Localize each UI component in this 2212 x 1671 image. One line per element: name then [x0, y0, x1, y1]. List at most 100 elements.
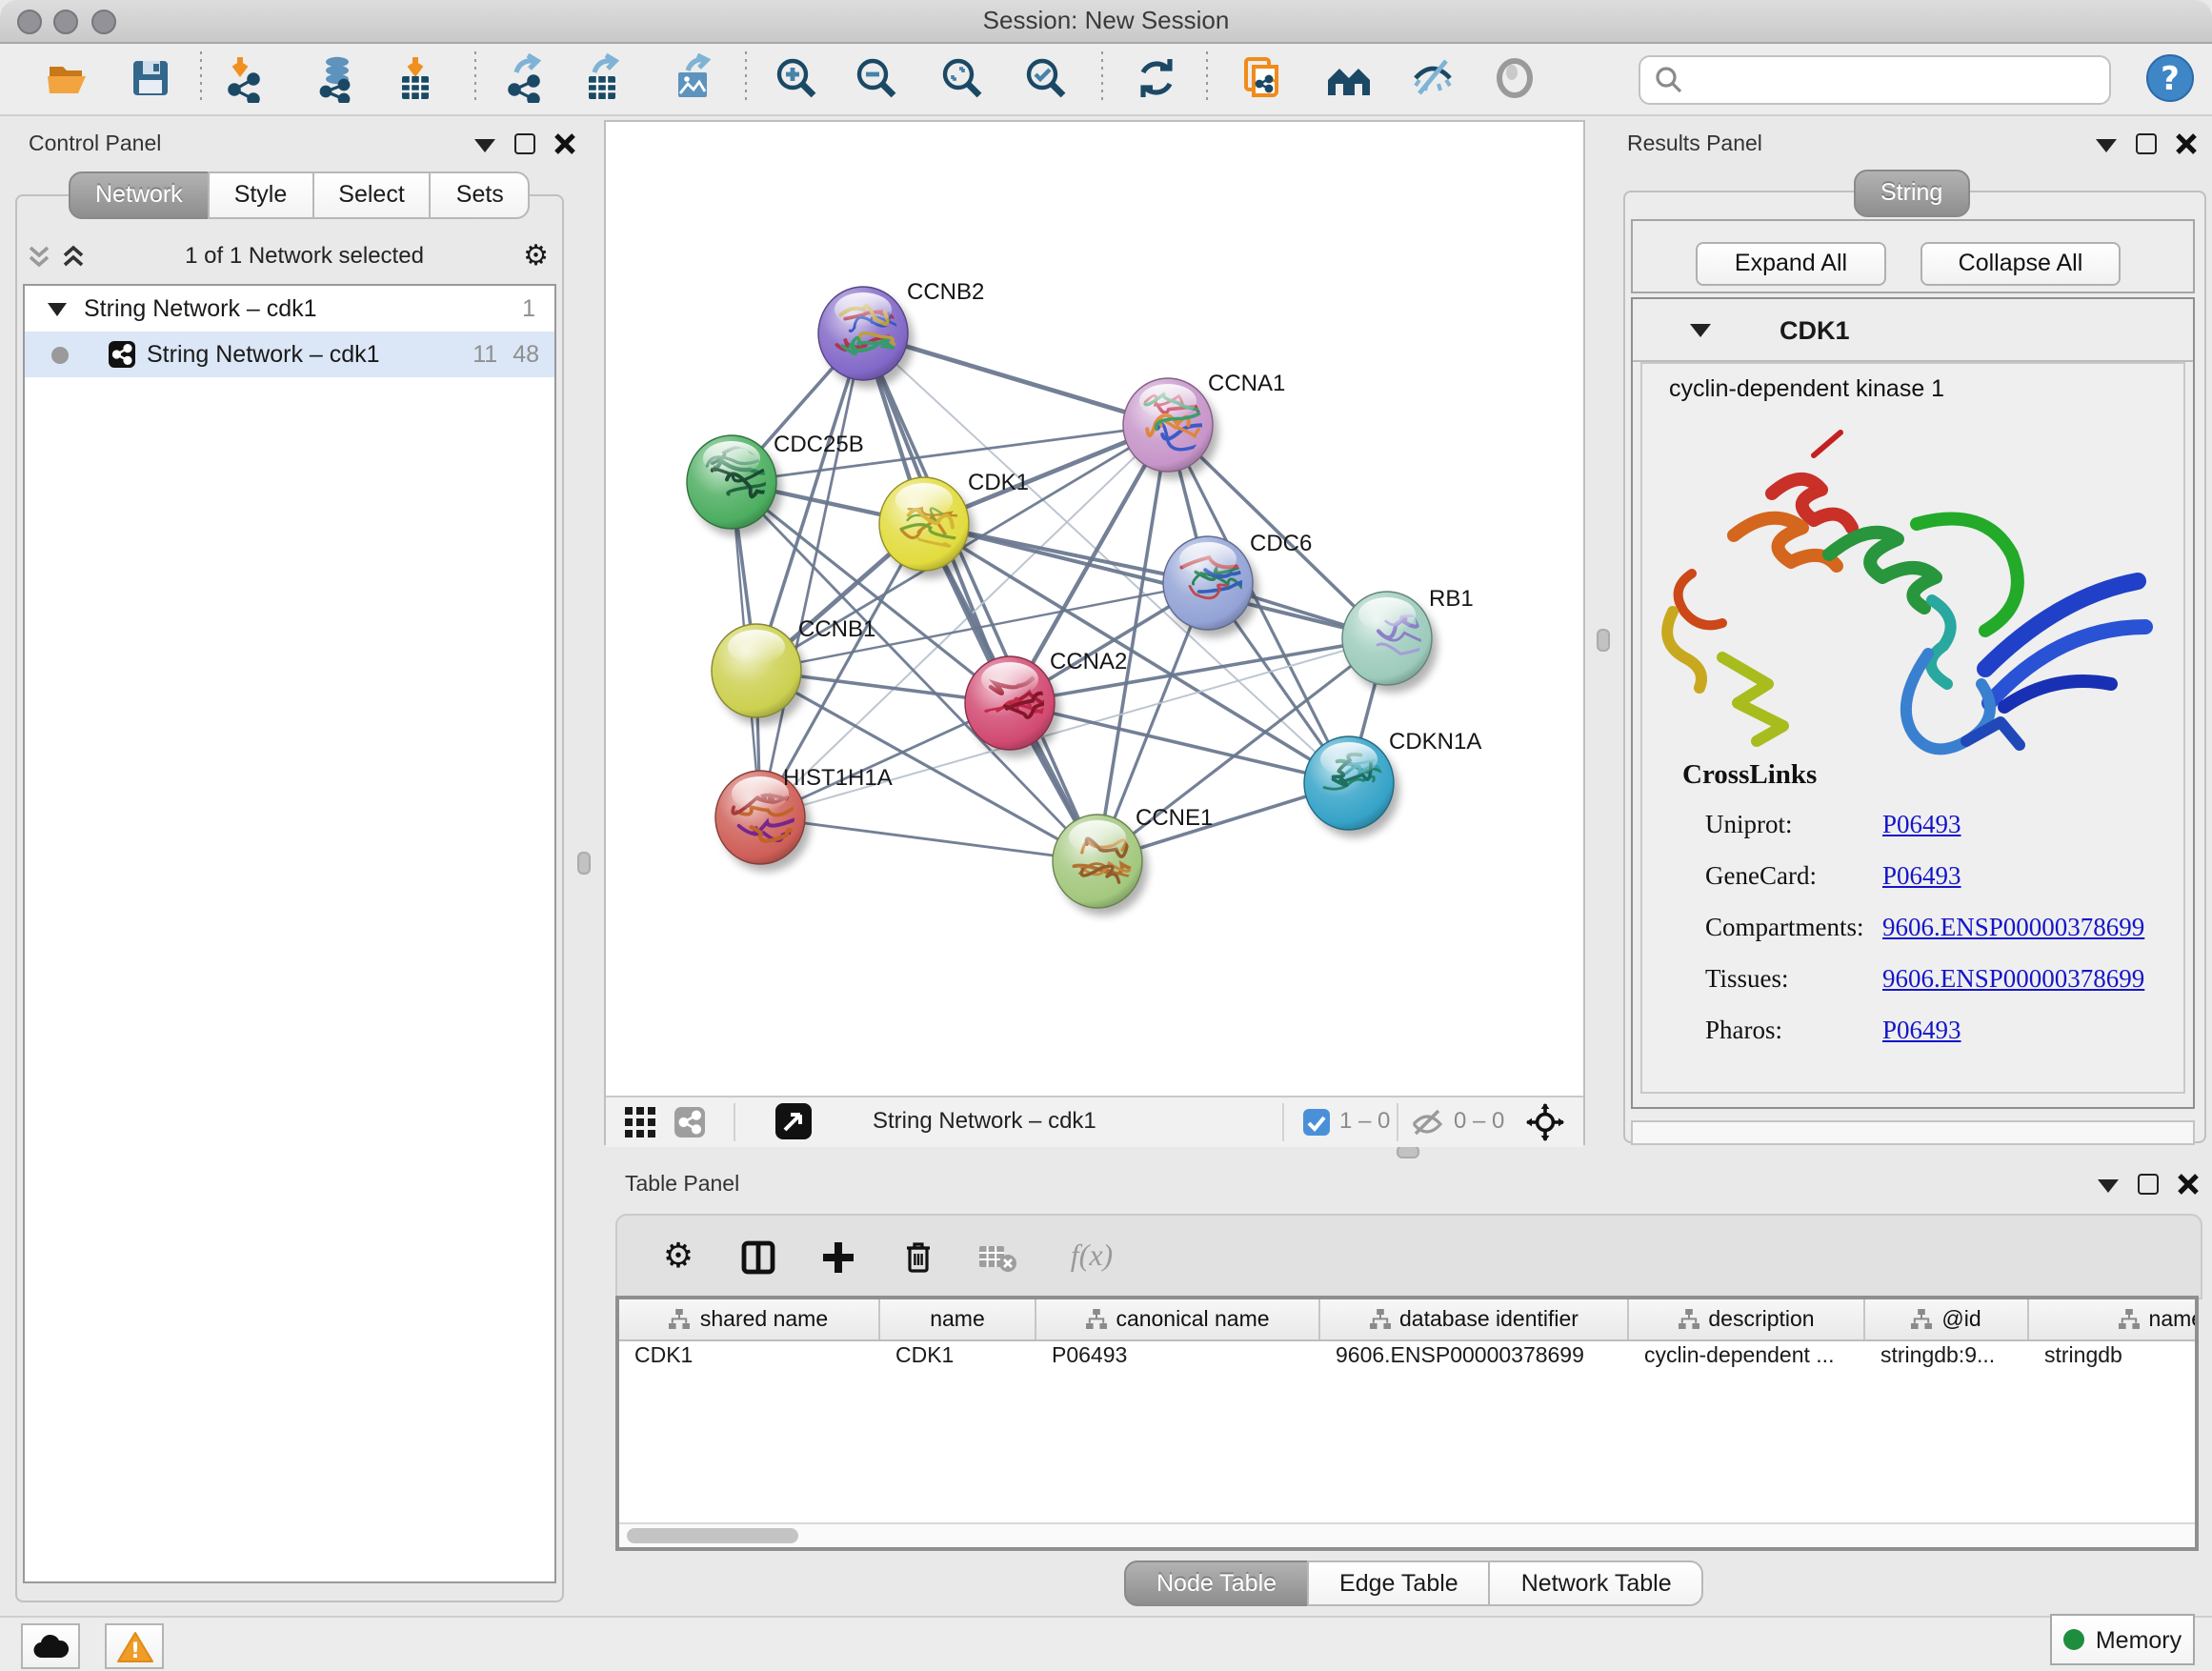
table-options-gear-icon[interactable]: ⚙: [659, 1238, 697, 1276]
save-session-icon[interactable]: [126, 53, 175, 103]
import-table-icon[interactable]: [391, 53, 440, 103]
column-header[interactable]: @id: [1865, 1299, 2029, 1339]
right-splitter-handle[interactable]: [1597, 629, 1610, 652]
collection-count: 1: [522, 295, 535, 322]
network-node-cdk1[interactable]: [879, 477, 975, 578]
protein-structure-image: [1646, 413, 2180, 775]
help-icon[interactable]: ?: [2145, 53, 2195, 103]
show-panel-eye-icon[interactable]: [1490, 53, 1539, 103]
tab-network[interactable]: Network: [69, 171, 210, 219]
expand-all-button[interactable]: Expand All: [1696, 242, 1886, 286]
column-header[interactable]: canonical name: [1036, 1299, 1320, 1339]
column-header[interactable]: database identifier: [1320, 1299, 1629, 1339]
refresh-icon[interactable]: [1132, 53, 1181, 103]
scrollbar-thumb[interactable]: [627, 1528, 798, 1543]
network-type-icon: [109, 341, 135, 368]
tab-network-table[interactable]: Network Table: [1489, 1560, 1704, 1606]
network-edge[interactable]: [924, 524, 1387, 638]
cloud-button[interactable]: [21, 1623, 80, 1669]
tab-sets[interactable]: Sets: [430, 171, 531, 219]
table-cell[interactable]: cyclin-dependent ...: [1629, 1341, 1865, 1374]
search-input[interactable]: [1690, 59, 2098, 101]
home-icon[interactable]: [1324, 53, 1374, 103]
crosslink-value[interactable]: P06493: [1882, 1015, 1961, 1045]
panel-menu-icon[interactable]: [2096, 136, 2117, 151]
table-cell[interactable]: stringdb:9...: [1865, 1341, 2029, 1374]
export-network-icon[interactable]: [501, 53, 551, 103]
results-panel-title: Results Panel: [1627, 133, 1762, 156]
show-columns-icon[interactable]: [739, 1238, 777, 1276]
network-node-rb1[interactable]: [1342, 592, 1438, 693]
column-header[interactable]: description: [1629, 1299, 1865, 1339]
grid-view-icon[interactable]: [625, 1107, 655, 1137]
zoom-in-icon[interactable]: [772, 53, 821, 103]
panel-menu-icon[interactable]: [2098, 1177, 2119, 1192]
column-header[interactable]: name: [880, 1299, 1036, 1339]
gene-section-header[interactable]: CDK1: [1633, 299, 2193, 362]
network-view-toolbar: String Network – cdk1 1 – 0 0 – 0: [606, 1096, 1583, 1147]
section-collapse-icon[interactable]: [1690, 322, 1711, 337]
horizontal-scrollbar[interactable]: [619, 1522, 2195, 1547]
node-label-cdc6: CDC6: [1250, 531, 1312, 556]
zoom-selected-icon[interactable]: [1021, 53, 1071, 103]
panel-menu-icon[interactable]: [474, 136, 495, 151]
warnings-button[interactable]: !: [105, 1623, 164, 1669]
table-cell[interactable]: CDK1: [880, 1341, 1036, 1374]
float-panel-icon[interactable]: [2138, 1174, 2159, 1195]
network-edge[interactable]: [760, 817, 1097, 861]
close-panel-icon[interactable]: [2178, 1174, 2199, 1195]
import-network-icon[interactable]: [221, 53, 271, 103]
delete-column-icon[interactable]: [899, 1238, 937, 1276]
hide-panel-eye-icon[interactable]: [1408, 53, 1458, 103]
shared-column-icon: [1369, 1309, 1390, 1330]
column-header[interactable]: shared name: [619, 1299, 880, 1339]
tab-node-table[interactable]: Node Table: [1124, 1560, 1309, 1606]
float-panel-icon[interactable]: [514, 133, 535, 154]
network-edge[interactable]: [1010, 703, 1349, 783]
crosslink-value[interactable]: 9606.ENSP00000378699: [1882, 963, 2144, 994]
column-header[interactable]: namespace: [2029, 1299, 2199, 1339]
network-view-type-icon[interactable]: [674, 1107, 705, 1137]
collection-expand-icon[interactable]: [48, 302, 67, 315]
collapse-all-icon[interactable]: [27, 243, 51, 268]
network-graph[interactable]: CCNB2CCNA1CDC25BCDK1CDC6RB1CCNB1CCNA2CDK…: [606, 122, 1583, 1096]
selected-items-checkbox-icon[interactable]: [1303, 1109, 1330, 1136]
birdseye-view-icon[interactable]: [775, 1103, 812, 1139]
zoom-fit-icon[interactable]: [937, 53, 987, 103]
close-panel-icon[interactable]: [554, 133, 575, 154]
export-table-icon[interactable]: [577, 53, 627, 103]
expand-all-icon[interactable]: [61, 243, 86, 268]
network-collection-row[interactable]: String Network – cdk1 1: [25, 286, 554, 332]
table-row[interactable]: CDK1CDK1P064939606.ENSP00000378699cyclin…: [619, 1341, 2195, 1374]
add-column-icon[interactable]: [819, 1238, 857, 1276]
table-cell[interactable]: stringdb: [2029, 1341, 2199, 1374]
export-image-icon[interactable]: [669, 53, 718, 103]
table-cell[interactable]: P06493: [1036, 1341, 1320, 1374]
network-snapshot-icon[interactable]: [1238, 53, 1288, 103]
network-edge[interactable]: [863, 333, 1097, 861]
network-options-gear-icon[interactable]: ⚙: [523, 238, 549, 272]
memory-button[interactable]: Memory: [2050, 1614, 2195, 1665]
collapse-all-button[interactable]: Collapse All: [1920, 242, 2121, 286]
close-panel-icon[interactable]: [2176, 133, 2197, 154]
network-node-ccna1[interactable]: [1123, 378, 1220, 479]
table-cell[interactable]: 9606.ENSP00000378699: [1320, 1341, 1629, 1374]
fit-content-crosshair-icon[interactable]: [1526, 1103, 1564, 1141]
search-icon: [1654, 65, 1684, 95]
crosslink-value[interactable]: P06493: [1882, 860, 1961, 891]
left-splitter-handle[interactable]: [577, 852, 591, 875]
zoom-out-icon[interactable]: [852, 53, 901, 103]
tab-select[interactable]: Select: [312, 171, 432, 219]
tab-style[interactable]: Style: [208, 171, 314, 219]
crosslink-value[interactable]: P06493: [1882, 809, 1961, 839]
table-cell[interactable]: CDK1: [619, 1341, 880, 1374]
tab-edge-table[interactable]: Edge Table: [1307, 1560, 1491, 1606]
network-row[interactable]: String Network – cdk1 11 48: [25, 332, 554, 377]
import-network-from-database-icon[interactable]: [312, 53, 362, 103]
tab-string[interactable]: String: [1854, 170, 1969, 217]
network-selection-status: 1 of 1 Network selected: [86, 242, 523, 269]
crosslink-value[interactable]: 9606.ENSP00000378699: [1882, 912, 2144, 942]
float-panel-icon[interactable]: [2136, 133, 2157, 154]
open-file-icon[interactable]: [42, 53, 91, 103]
network-view-canvas[interactable]: CCNB2CCNA1CDC25BCDK1CDC6RB1CCNB1CCNA2CDK…: [604, 120, 1585, 1145]
